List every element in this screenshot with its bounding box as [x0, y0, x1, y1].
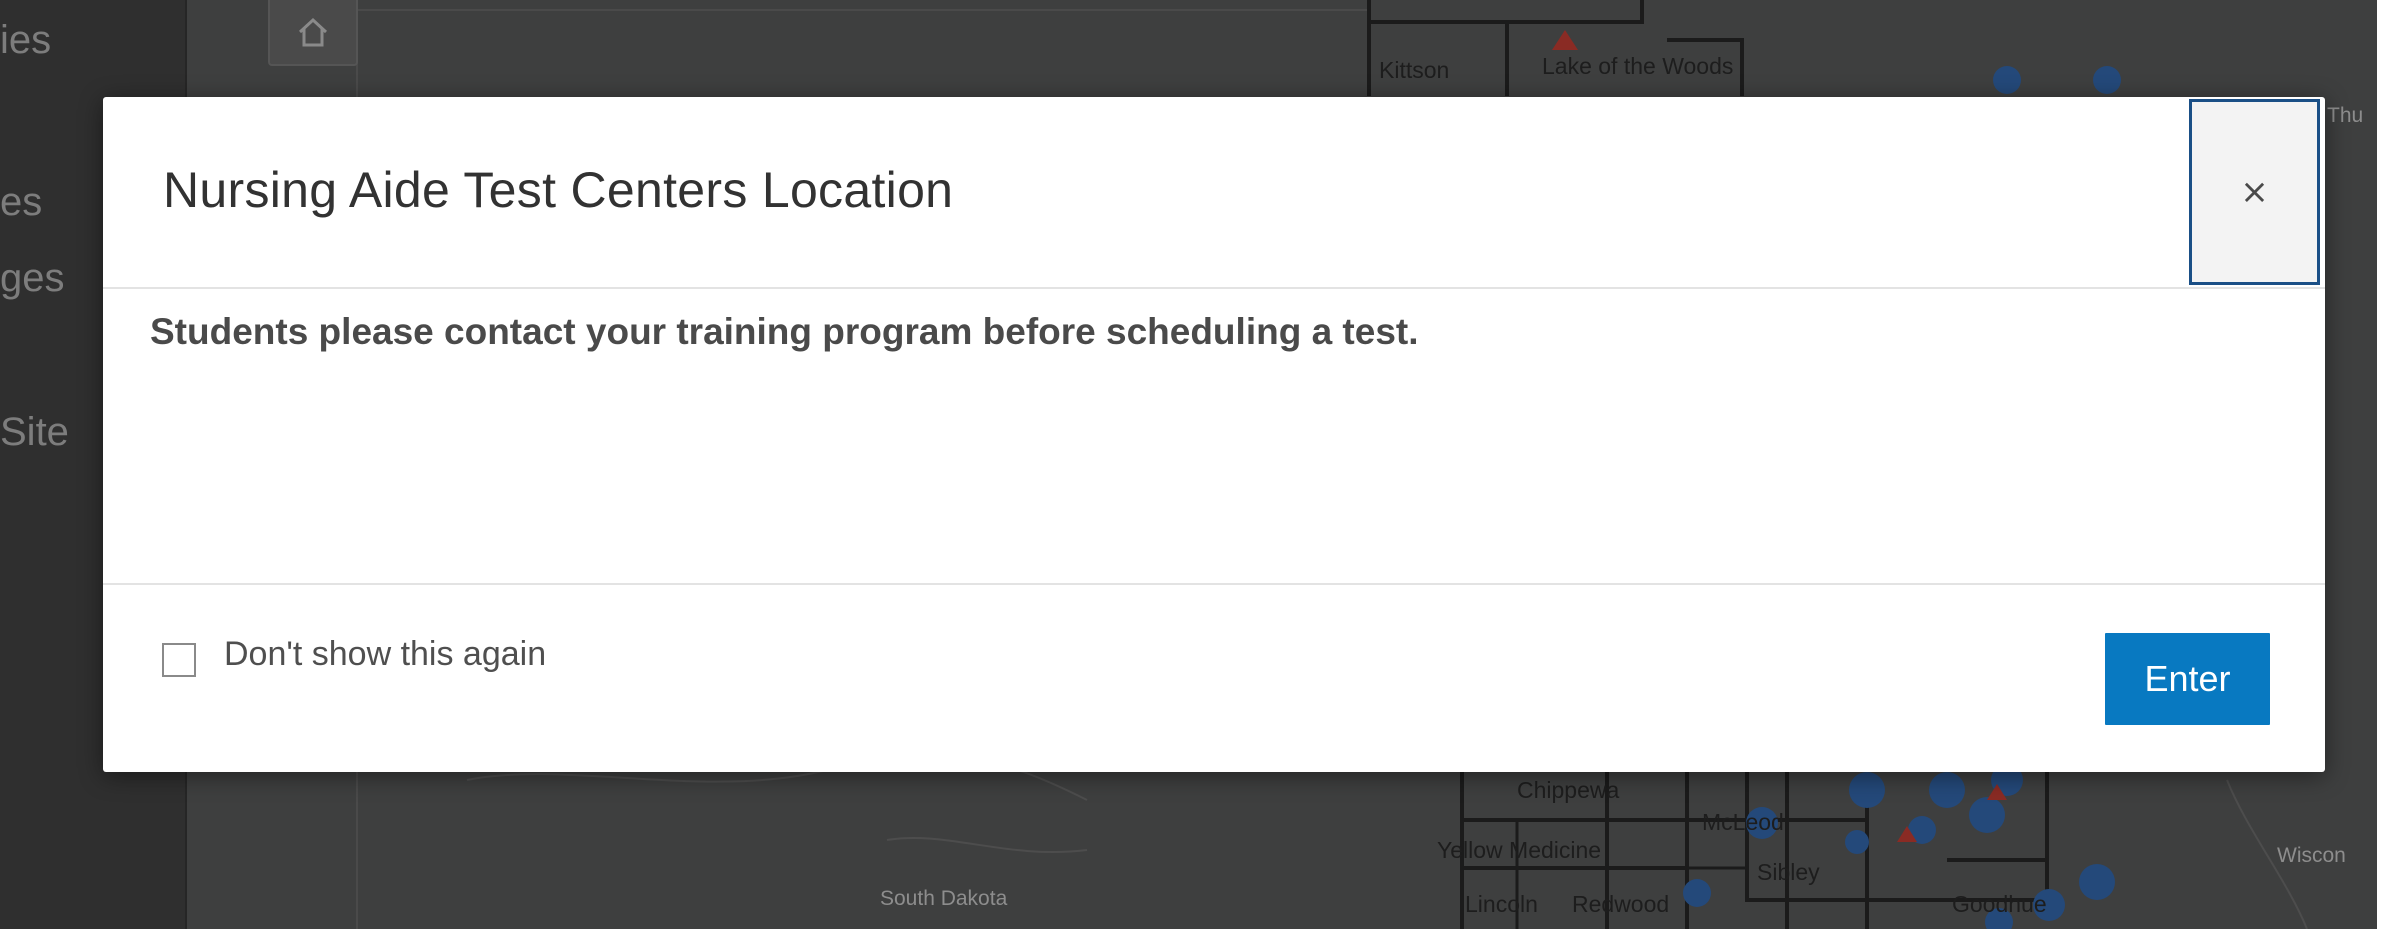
enter-button[interactable]: Enter [2105, 633, 2270, 725]
sidebar-item-1: ies [0, 18, 52, 62]
map-label-thu: Thu [2327, 104, 2363, 127]
map-label-wiscon: Wiscon [2277, 844, 2346, 867]
close-button[interactable]: × [2189, 99, 2320, 285]
map-label-sibley: Sibley [1757, 859, 1820, 885]
dialog-header: Nursing Aide Test Centers Location × [103, 97, 2325, 289]
dont-show-again-checkbox[interactable] [162, 643, 196, 677]
sidebar-item-2: es [0, 180, 43, 224]
map-label-chippewa: Chippewa [1517, 777, 1619, 803]
map-label-kittson: Kittson [1379, 57, 1449, 83]
map-label-lincoln: Lincoln [1465, 891, 1538, 917]
dialog-title: Nursing Aide Test Centers Location [163, 162, 954, 218]
home-icon [298, 17, 328, 47]
map-label-lake-of-the-woods: Lake of the Woods [1542, 53, 1733, 79]
sidebar-item-3: ges [0, 256, 65, 300]
map-label-yellow-medicine: Yellow Medicine [1437, 837, 1601, 863]
map-label-south-dakota: South Dakota [880, 887, 1008, 910]
home-button[interactable] [268, 0, 358, 66]
page-edge [2377, 0, 2397, 929]
splash-dialog: Nursing Aide Test Centers Location × Stu… [103, 97, 2325, 772]
map-label-goodhue: Goodhue [1952, 891, 2047, 917]
dialog-message: Students please contact your training pr… [150, 311, 1419, 352]
screen: ies es ges Site Kittson Lake of the Wood… [0, 0, 2397, 929]
map-label-redwood: Redwood [1572, 891, 1669, 917]
dont-show-again-label[interactable]: Don't show this again [224, 635, 546, 674]
sidebar-item-4: Site [0, 410, 69, 454]
map-label-mcleod: McLeod [1702, 809, 1784, 835]
close-icon: × [2240, 172, 2269, 212]
dialog-footer: Don't show this again Enter [103, 583, 2325, 774]
